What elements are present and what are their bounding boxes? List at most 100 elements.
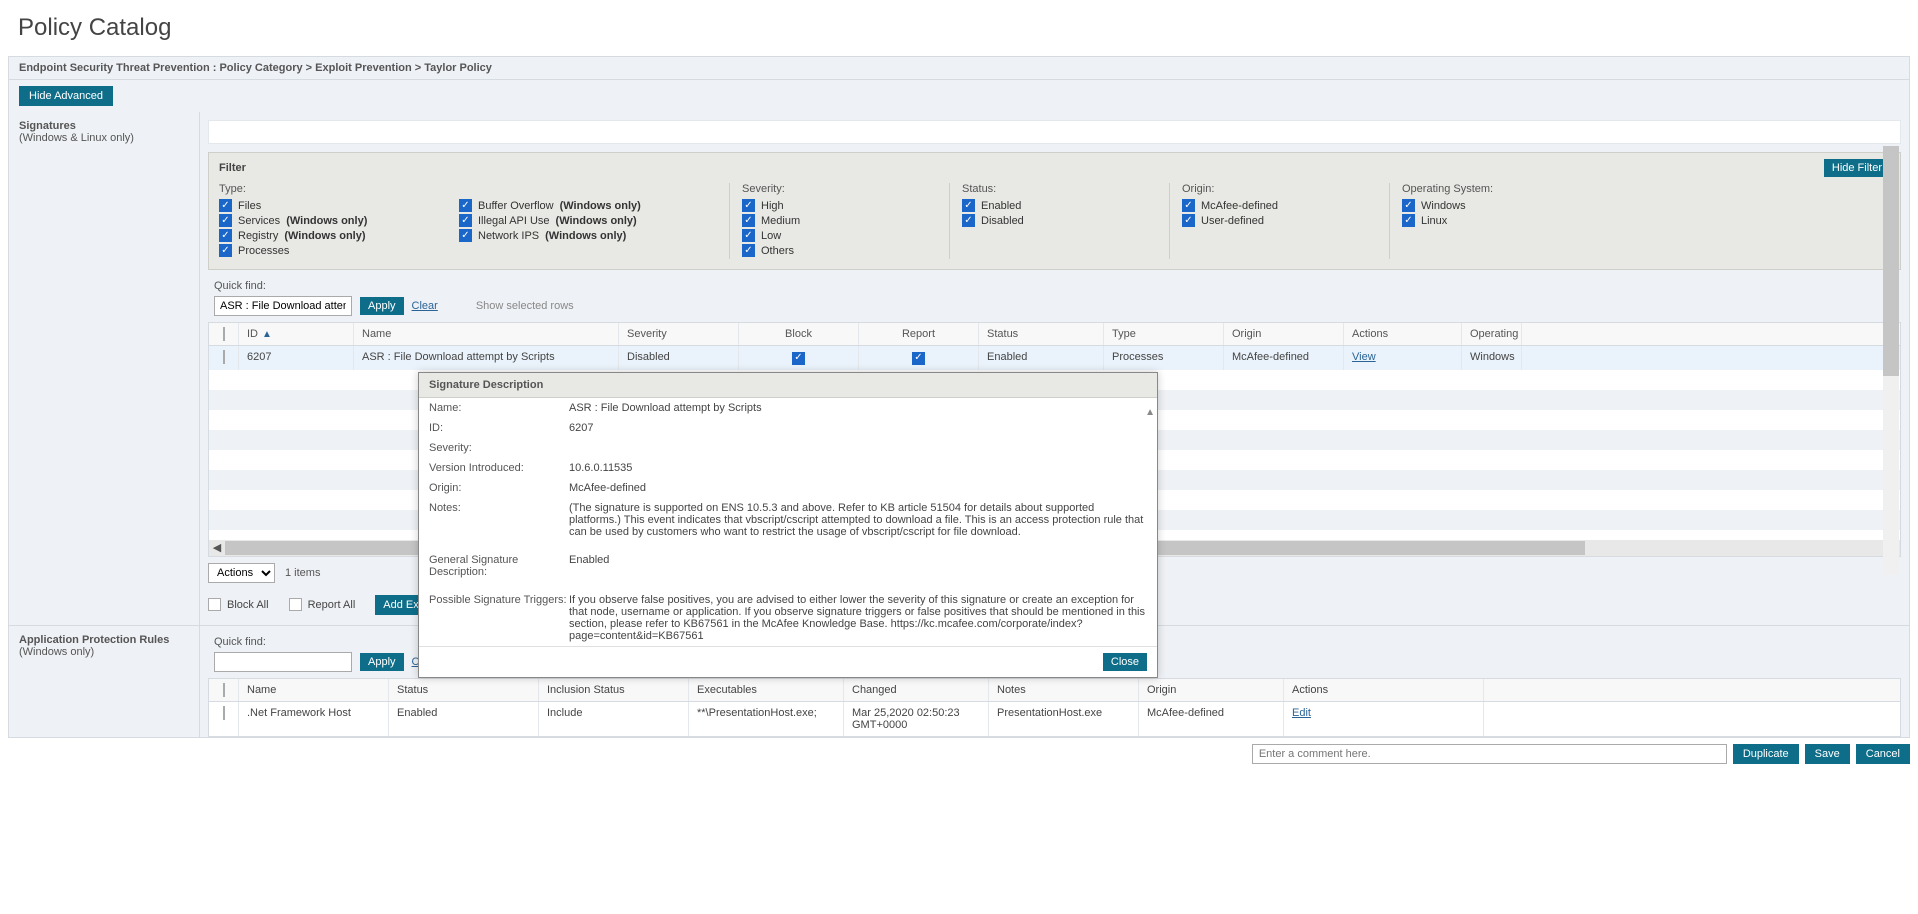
modal-pst-value: If you observe false positives, you are … <box>569 594 1147 642</box>
th2-incl[interactable]: Inclusion Status <box>539 679 689 701</box>
chk-high[interactable]: ✓ <box>742 199 755 212</box>
hide-filter-button[interactable]: Hide Filter <box>1824 159 1890 177</box>
chk-illegal[interactable]: ✓ <box>459 214 472 227</box>
th-block[interactable]: Block <box>739 323 859 345</box>
chk-windows[interactable]: ✓ <box>1402 199 1415 212</box>
th-report[interactable]: Report <box>859 323 979 345</box>
comment-input[interactable] <box>1252 744 1727 764</box>
chk-user-label: User-defined <box>1201 215 1264 227</box>
chk-registry[interactable]: ✓ <box>219 229 232 242</box>
actions-dropdown[interactable]: Actions <box>208 563 275 583</box>
filter-severity-label: Severity: <box>742 183 939 195</box>
apr-select-all-checkbox[interactable] <box>223 683 225 697</box>
sidebar-signatures-title: Signatures <box>19 120 189 132</box>
quickfind-clear-link[interactable]: Clear <box>412 300 438 312</box>
row-name: ASR : File Download attempt by Scripts <box>354 346 619 370</box>
chk-low[interactable]: ✓ <box>742 229 755 242</box>
chk-medium[interactable]: ✓ <box>742 214 755 227</box>
cancel-button[interactable]: Cancel <box>1856 744 1910 764</box>
chk-mcafee[interactable]: ✓ <box>1182 199 1195 212</box>
chk-others-label: Others <box>761 245 794 257</box>
chk-illegal-label: Illegal API Use <box>478 215 550 227</box>
vscroll-thumb[interactable] <box>1883 146 1899 376</box>
apr-row-edit-link[interactable]: Edit <box>1292 707 1311 719</box>
chk-disabled[interactable]: ✓ <box>962 214 975 227</box>
chk-linux-label: Linux <box>1421 215 1447 227</box>
th2-name[interactable]: Name <box>239 679 389 701</box>
apr-row-incl: Include <box>539 702 689 736</box>
hide-advanced-button[interactable]: Hide Advanced <box>19 86 113 106</box>
modal-scroll-up-icon[interactable]: ▲ <box>1145 407 1155 418</box>
quickfind-input[interactable] <box>214 296 352 316</box>
row-block-checkbox[interactable]: ✓ <box>792 352 805 365</box>
quickfind2-apply-button[interactable]: Apply <box>360 653 404 671</box>
block-all-checkbox[interactable] <box>208 598 221 611</box>
chk-files[interactable]: ✓ <box>219 199 232 212</box>
apr-row-notes: PresentationHost.exe <box>989 702 1139 736</box>
filter-panel: Filter Hide Filter Type: ✓Files ✓Service… <box>208 152 1901 270</box>
th-status[interactable]: Status <box>979 323 1104 345</box>
modal-pst-label: Possible Signature Triggers: <box>429 594 569 642</box>
chk-processes[interactable]: ✓ <box>219 244 232 257</box>
chk-nips[interactable]: ✓ <box>459 229 472 242</box>
th-type[interactable]: Type <box>1104 323 1224 345</box>
sidebar-apr-title: Application Protection Rules <box>19 634 189 646</box>
chk-services-label: Services <box>238 215 280 227</box>
row-checkbox[interactable] <box>223 350 225 364</box>
modal-close-button[interactable]: Close <box>1103 653 1147 671</box>
filter-title: Filter <box>219 162 246 174</box>
chk-user[interactable]: ✓ <box>1182 214 1195 227</box>
chk-services-note: (Windows only) <box>286 215 367 227</box>
report-all-checkbox[interactable] <box>289 598 302 611</box>
modal-version-value: 10.6.0.11535 <box>569 462 1147 474</box>
chk-enabled[interactable]: ✓ <box>962 199 975 212</box>
modal-version-label: Version Introduced: <box>429 462 569 474</box>
th-os[interactable]: Operating <box>1462 323 1522 345</box>
chk-services[interactable]: ✓ <box>219 214 232 227</box>
th2-actions[interactable]: Actions <box>1284 679 1484 701</box>
apr-row[interactable]: .Net Framework Host Enabled Include **\P… <box>209 702 1900 736</box>
th2-status[interactable]: Status <box>389 679 539 701</box>
apr-row-checkbox[interactable] <box>223 706 225 720</box>
filter-type-label: Type: <box>219 183 449 195</box>
quickfind2-input[interactable] <box>214 652 352 672</box>
chk-processes-label: Processes <box>238 245 289 257</box>
row-report-checkbox[interactable]: ✓ <box>912 352 925 365</box>
modal-notes-label: Notes: <box>429 502 569 538</box>
modal-name-value: ASR : File Download attempt by Scripts <box>569 402 1147 414</box>
modal-notes-value: (The signature is supported on ENS 10.5.… <box>569 502 1147 538</box>
vertical-scrollbar[interactable] <box>1883 146 1899 575</box>
th-origin[interactable]: Origin <box>1224 323 1344 345</box>
chk-registry-label: Registry <box>238 230 278 242</box>
chk-registry-note: (Windows only) <box>284 230 365 242</box>
th-actions[interactable]: Actions <box>1344 323 1462 345</box>
filter-origin-label: Origin: <box>1182 183 1379 195</box>
th2-changed[interactable]: Changed <box>844 679 989 701</box>
duplicate-button[interactable]: Duplicate <box>1733 744 1799 764</box>
chk-buffer-label: Buffer Overflow <box>478 200 554 212</box>
th-name[interactable]: Name <box>354 323 619 345</box>
th2-exec[interactable]: Executables <box>689 679 844 701</box>
scroll-left-icon[interactable]: ◀ <box>209 541 225 554</box>
block-all-label: Block All <box>227 599 269 611</box>
signature-row[interactable]: 6207 ASR : File Download attempt by Scri… <box>209 346 1900 370</box>
th2-origin[interactable]: Origin <box>1139 679 1284 701</box>
row-view-link[interactable]: View <box>1352 351 1376 363</box>
show-selected-rows-link[interactable]: Show selected rows <box>476 300 574 312</box>
chk-buffer[interactable]: ✓ <box>459 199 472 212</box>
th-severity[interactable]: Severity <box>619 323 739 345</box>
quickfind-apply-button[interactable]: Apply <box>360 297 404 315</box>
chk-linux[interactable]: ✓ <box>1402 214 1415 227</box>
th-id[interactable]: ID <box>247 328 258 340</box>
sidebar-signatures-subtitle: (Windows & Linux only) <box>19 132 189 144</box>
modal-origin-label: Origin: <box>429 482 569 494</box>
th2-notes[interactable]: Notes <box>989 679 1139 701</box>
save-button[interactable]: Save <box>1805 744 1850 764</box>
select-all-checkbox[interactable] <box>223 327 225 341</box>
chk-medium-label: Medium <box>761 215 800 227</box>
row-status: Enabled <box>979 346 1104 370</box>
apr-row-exec: **\PresentationHost.exe; <box>689 702 844 736</box>
chk-others[interactable]: ✓ <box>742 244 755 257</box>
report-all-label: Report All <box>308 599 356 611</box>
row-origin: McAfee-defined <box>1224 346 1344 370</box>
